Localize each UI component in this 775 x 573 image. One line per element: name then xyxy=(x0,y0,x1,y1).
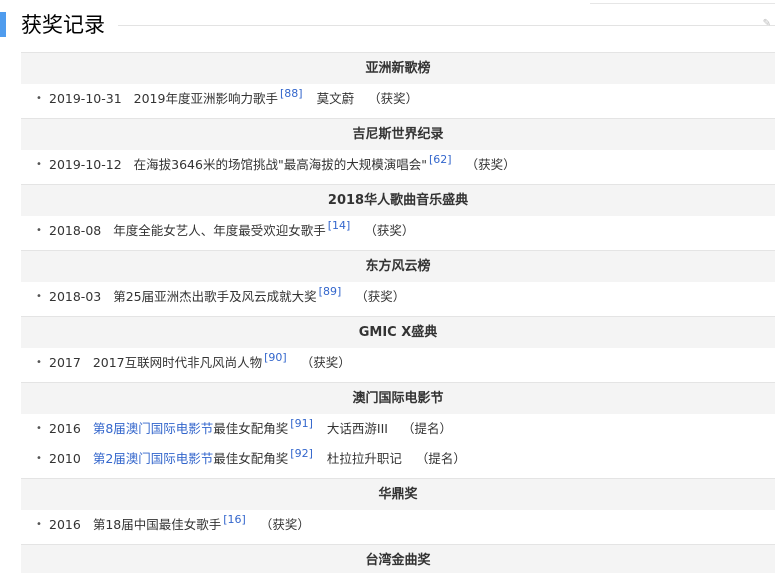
reference-link[interactable]: [62] xyxy=(429,153,452,166)
bullet-icon: • xyxy=(36,423,42,434)
award-result: （获奖） xyxy=(368,91,419,106)
award-group: 澳门国际电影节 • 2016 第8届澳门国际电影节最佳女配角奖 [91] 大话西游III （… xyxy=(21,382,775,474)
award-group: 吉尼斯世界纪录 • 2019-10-12 在海拔3646米的场馆挑战"最高海拔的大规模… xyxy=(21,118,775,180)
award-item: • 2018-08 年度全能女艺人、年度最受欢迎女歌手 [14] （获奖） xyxy=(21,216,775,246)
award-name: 最佳女配角奖 xyxy=(213,451,289,466)
award-date: 2019-10-31 xyxy=(49,91,122,106)
award-group-header: 华鼎奖 xyxy=(21,478,775,510)
awards-list: 亚洲新歌榜 • 2019-10-31 2019年度亚洲影响力歌手 [88] 莫文蔚 （获奖）… xyxy=(21,52,775,573)
award-group-header: 亚洲新歌榜 xyxy=(21,52,775,84)
bullet-icon: • xyxy=(36,225,42,236)
section-header: 获奖记录 ✎ xyxy=(0,10,775,42)
award-name: 第18届中国最佳女歌手 xyxy=(92,517,222,532)
award-date: 2016 xyxy=(49,517,81,532)
award-group-header: GMIC X盛典 xyxy=(21,316,775,348)
bullet-icon: • xyxy=(36,357,42,368)
edit-icon[interactable]: ✎ xyxy=(763,18,771,29)
award-event-link[interactable]: 第2届澳门国际电影节 xyxy=(93,451,213,466)
award-name: 2019年度亚洲影响力歌手 xyxy=(133,91,278,106)
award-date: 2018-03 xyxy=(49,289,102,304)
award-item: • 2016 第18届中国最佳女歌手 [16] （获奖） xyxy=(21,510,775,540)
section-title-rule xyxy=(118,25,775,26)
award-name: 在海拔3646米的场馆挑战"最高海拔的大规模演唱会" xyxy=(133,157,427,172)
reference-link[interactable]: [91] xyxy=(290,417,313,430)
award-date: 2019-10-12 xyxy=(49,157,122,172)
award-result: （提名） xyxy=(415,451,466,466)
award-work: 大话西游III xyxy=(326,421,388,436)
top-divider xyxy=(590,0,775,4)
award-item: • 2010 第2届澳门国际电影节最佳女配角奖 [92] 杜拉拉升职记 （提名） xyxy=(21,444,775,474)
award-group: 台湾金曲奖 xyxy=(21,544,775,573)
award-date: 2018-08 xyxy=(49,223,102,238)
award-group-header: 澳门国际电影节 xyxy=(21,382,775,414)
award-result: （获奖） xyxy=(300,355,351,370)
bullet-icon: • xyxy=(36,453,42,464)
award-date: 2017 xyxy=(49,355,81,370)
reference-link[interactable]: [90] xyxy=(264,351,287,364)
award-item: • 2019-10-31 2019年度亚洲影响力歌手 [88] 莫文蔚 （获奖） xyxy=(21,84,775,114)
reference-link[interactable]: [88] xyxy=(280,87,303,100)
section-accent-bar xyxy=(0,12,6,37)
award-name: 第25届亚洲杰出歌手及风云成就大奖 xyxy=(113,289,317,304)
bullet-icon: • xyxy=(36,159,42,170)
reference-link[interactable]: [14] xyxy=(328,219,351,232)
reference-link[interactable]: [89] xyxy=(319,285,342,298)
award-name: 最佳女配角奖 xyxy=(213,421,289,436)
award-group: 华鼎奖 • 2016 第18届中国最佳女歌手 [16] （获奖） xyxy=(21,478,775,540)
reference-link[interactable]: [92] xyxy=(290,447,313,460)
award-date: 2016 xyxy=(49,421,81,436)
award-group-header: 吉尼斯世界纪录 xyxy=(21,118,775,150)
award-result: （获奖） xyxy=(355,289,406,304)
award-group: 东方风云榜 • 2018-03 第25届亚洲杰出歌手及风云成就大奖 [89] （获奖） xyxy=(21,250,775,312)
award-group: GMIC X盛典 • 2017 2017互联网时代非凡风尚人物 [90] （获奖） xyxy=(21,316,775,378)
award-group-header: 东方风云榜 xyxy=(21,250,775,282)
award-name: 年度全能女艺人、年度最受欢迎女歌手 xyxy=(113,223,326,238)
award-name: 2017互联网时代非凡风尚人物 xyxy=(92,355,263,370)
bullet-icon: • xyxy=(36,93,42,104)
award-item: • 2016 第8届澳门国际电影节最佳女配角奖 [91] 大话西游III （提名） xyxy=(21,414,775,444)
award-result: （获奖） xyxy=(364,223,415,238)
award-result: （获奖） xyxy=(259,517,310,532)
award-item: • 2019-10-12 在海拔3646米的场馆挑战"最高海拔的大规模演唱会" [62… xyxy=(21,150,775,180)
award-group-header: 台湾金曲奖 xyxy=(21,544,775,573)
reference-link[interactable]: [16] xyxy=(223,513,246,526)
award-group-header: 2018华人歌曲音乐盛典 xyxy=(21,184,775,216)
award-work: 杜拉拉升职记 xyxy=(326,451,402,466)
section-title: 获奖记录 xyxy=(21,13,105,37)
award-item: • 2017 2017互联网时代非凡风尚人物 [90] （获奖） xyxy=(21,348,775,378)
award-work: 莫文蔚 xyxy=(316,91,355,106)
award-item: • 2018-03 第25届亚洲杰出歌手及风云成就大奖 [89] （获奖） xyxy=(21,282,775,312)
award-result: （提名） xyxy=(401,421,452,436)
award-group: 2018华人歌曲音乐盛典 • 2018-08 年度全能女艺人、年度最受欢迎女歌手 [14… xyxy=(21,184,775,246)
award-date: 2010 xyxy=(49,451,81,466)
award-result: （获奖） xyxy=(465,157,516,172)
bullet-icon: • xyxy=(36,519,42,530)
award-group: 亚洲新歌榜 • 2019-10-31 2019年度亚洲影响力歌手 [88] 莫文蔚 （获奖） xyxy=(21,52,775,114)
award-event-link[interactable]: 第8届澳门国际电影节 xyxy=(93,421,213,436)
bullet-icon: • xyxy=(36,291,42,302)
